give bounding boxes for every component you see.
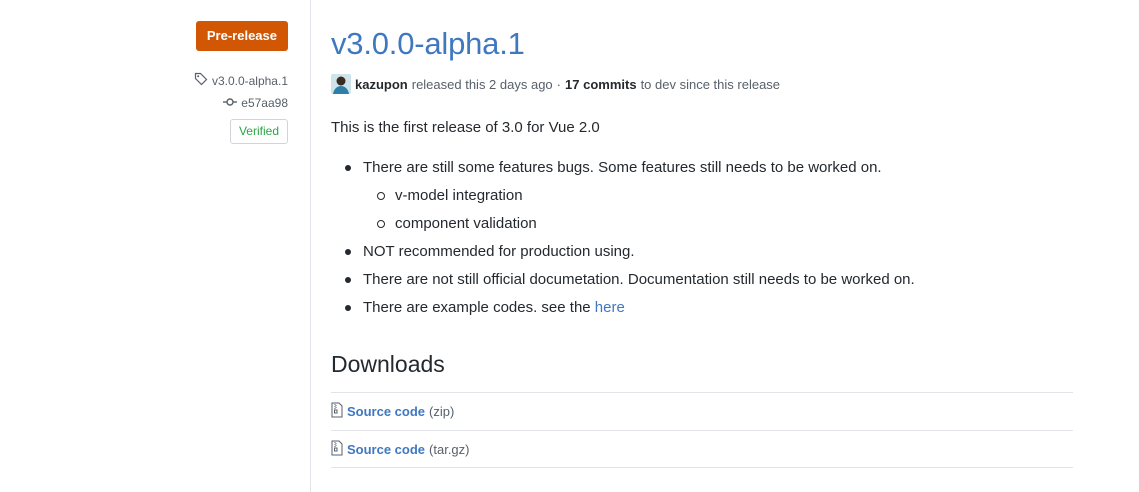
commits-suffix: to dev since this release (640, 76, 781, 92)
author-link[interactable]: kazupon (355, 77, 408, 92)
download-zip[interactable]: Source code (zip) (331, 392, 1073, 430)
download-targz[interactable]: Source code (tar.gz) (331, 430, 1073, 468)
bullet (345, 305, 351, 311)
commit-sha: e57aa98 (241, 96, 288, 110)
list-item-text: There are still some features bugs. Some… (363, 159, 882, 176)
released-text: released this 2 days ago (411, 76, 553, 92)
here-link[interactable]: here (595, 299, 625, 316)
list-item: NOT recommended for production using. (331, 241, 915, 269)
file-zip-icon (331, 440, 347, 459)
bullet (345, 249, 351, 255)
list-item: There are example codes. see the here (331, 297, 915, 325)
commit-link[interactable]: e57aa98 (223, 96, 288, 110)
sub-bullet (377, 220, 385, 228)
downloads-heading: Downloads (331, 351, 445, 377)
asset-name: Source code (347, 404, 426, 419)
list-item-text: NOT recommended for production using. (363, 243, 635, 260)
pre-release-badge: Pre-release (195, 21, 288, 51)
asset-format: (tar.gz) (429, 441, 470, 457)
avatar[interactable] (331, 74, 351, 94)
file-zip-icon (331, 402, 347, 421)
list-item-text: component validation (395, 215, 537, 232)
release-notes-list: There are still some features bugs. Some… (331, 157, 915, 325)
sub-bullet (377, 192, 385, 200)
tag-icon (194, 72, 212, 89)
release-sidebar: Pre-release v3.0.0-alpha.1 e57aa98 Verif… (0, 0, 311, 492)
list-item: component validation (331, 213, 915, 241)
git-commit-icon (223, 96, 241, 110)
tag-link[interactable]: v3.0.0-alpha.1 (194, 72, 288, 89)
list-item: v-model integration (331, 185, 915, 213)
asset-name: Source code (347, 441, 426, 457)
release-title[interactable]: v3.0.0-alpha.1 (331, 26, 525, 62)
list-item-text: v-model integration (395, 187, 523, 204)
bullet (345, 277, 351, 283)
list-item: There are still some features bugs. Some… (331, 157, 915, 185)
separator: · (556, 76, 562, 92)
emphasis: NOT (363, 243, 395, 260)
list-item-text: There are example codes. see the (363, 299, 595, 316)
verified-badge[interactable]: Verified (229, 119, 288, 144)
release-byline: kazupon released this 2 days ago · 17 co… (331, 74, 780, 94)
list-item: There are not still official documetatio… (331, 269, 915, 297)
tag-name: v3.0.0-alpha.1 (211, 73, 288, 88)
release-intro: This is the first release of 3.0 for Vue… (331, 119, 600, 136)
asset-format: (zip) (429, 404, 455, 419)
commits-link[interactable]: 17 commits (565, 77, 637, 92)
list-item-text: There are not still official documetatio… (363, 271, 915, 288)
bullet (345, 165, 351, 171)
